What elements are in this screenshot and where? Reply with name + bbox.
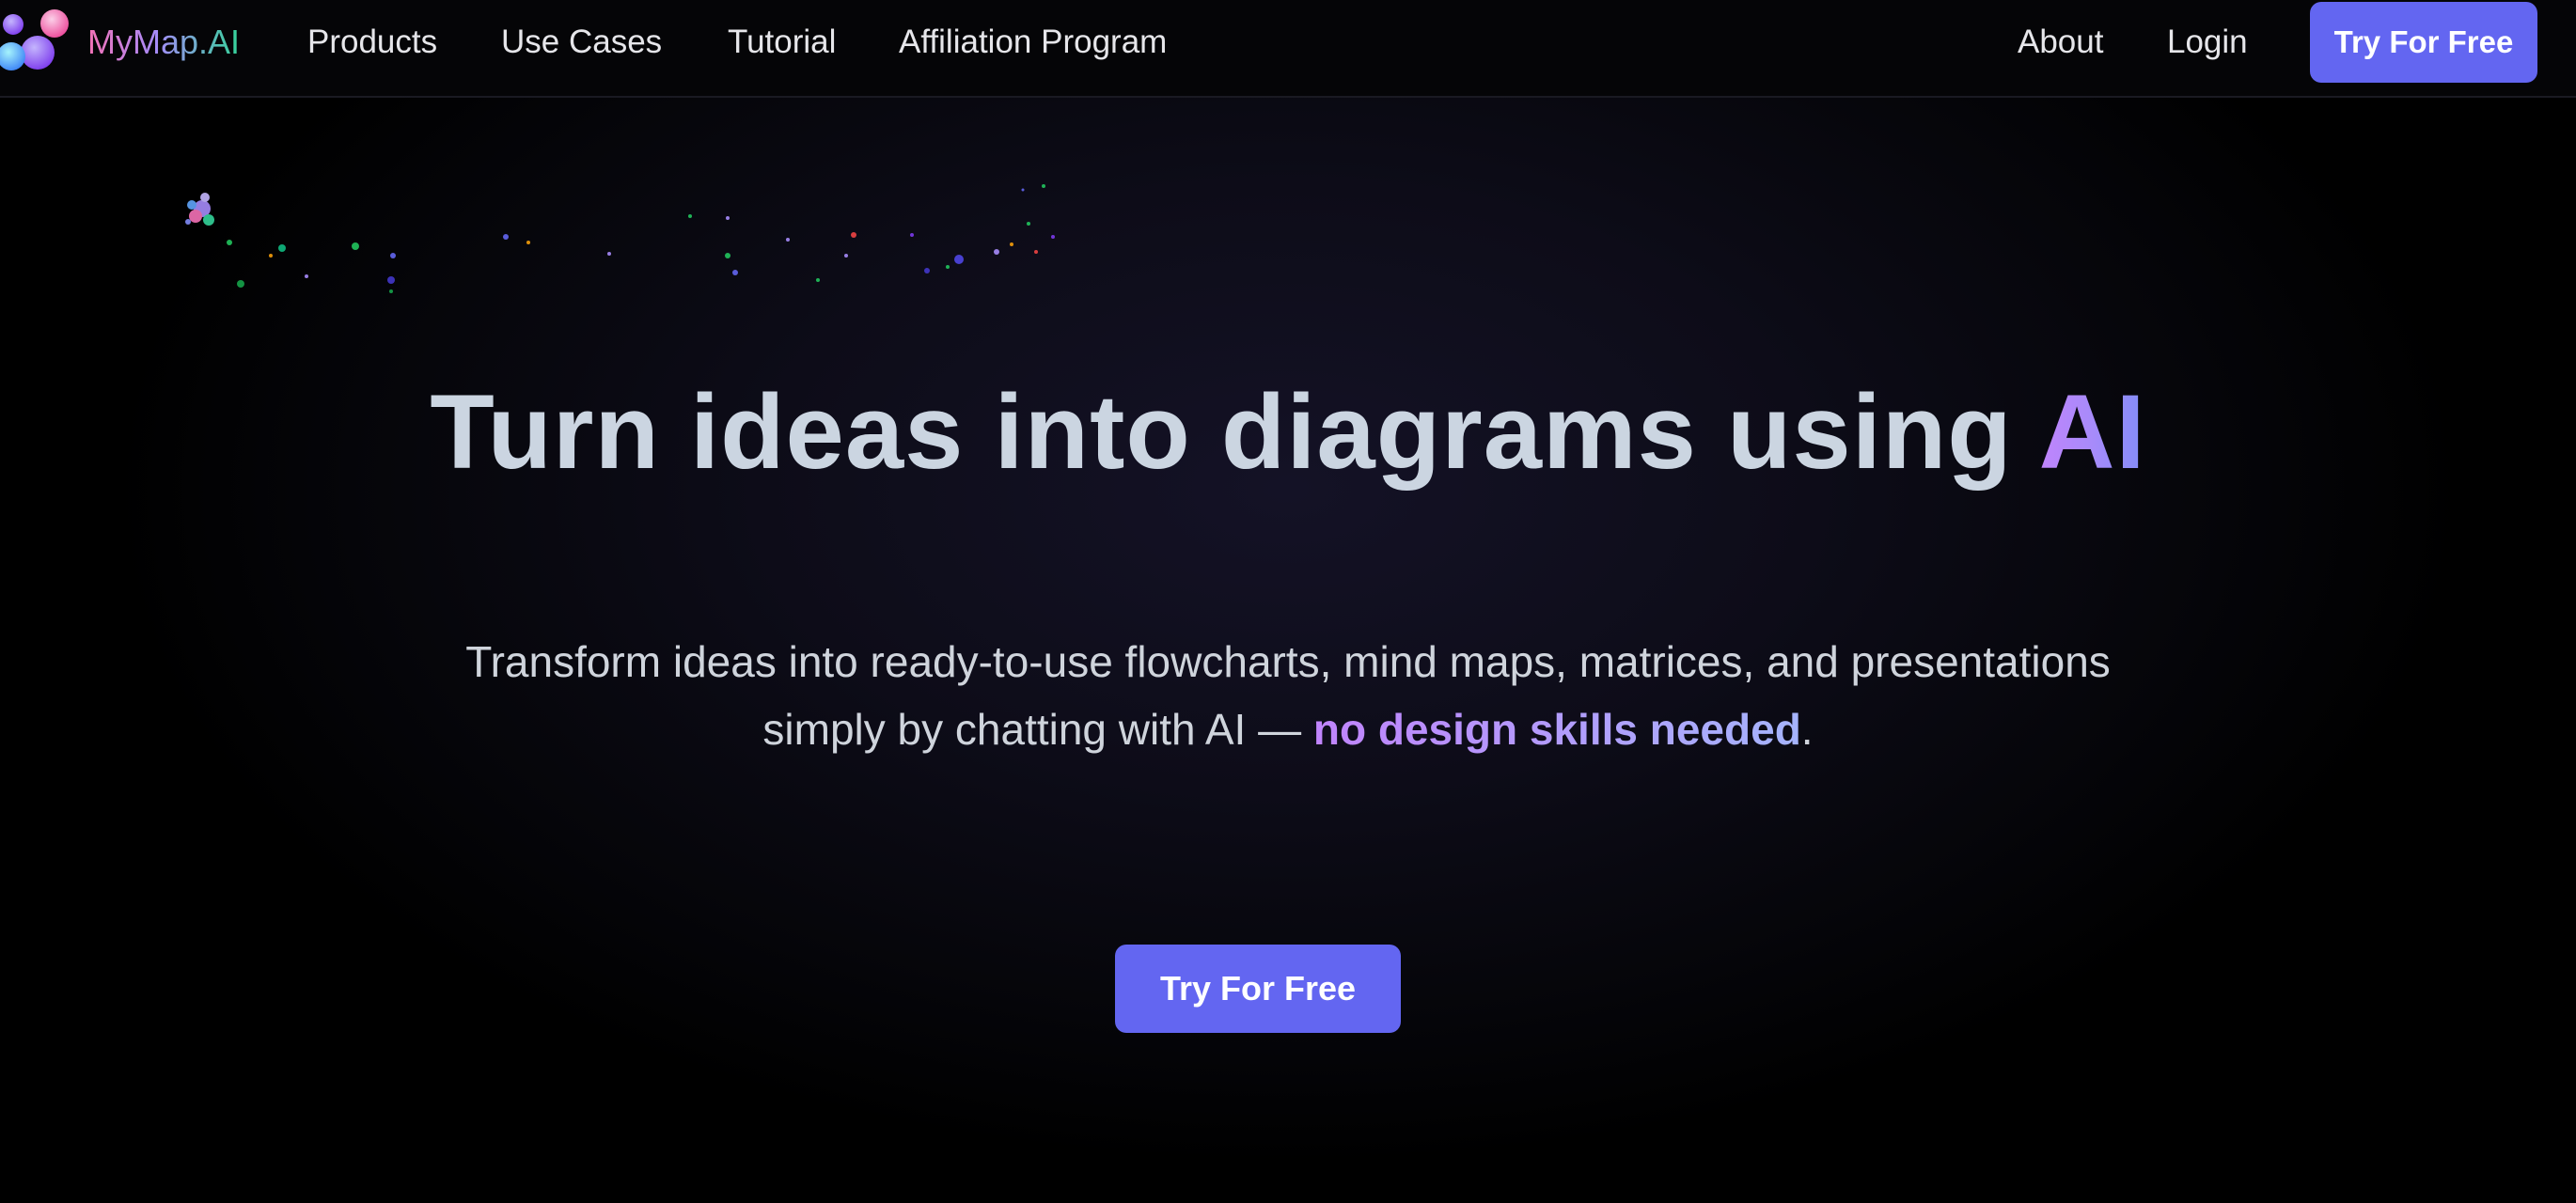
hero-try-for-free-button[interactable]: Try For Free [1115, 945, 1401, 1033]
top-navigation: MyMap.AI Products Use Cases Tutorial Aff… [0, 0, 2576, 98]
hero-title-main: Turn ideas into diagrams using [430, 373, 2039, 491]
nav-link-products[interactable]: Products [307, 21, 437, 64]
hero-subtitle-line-1: Transform ideas into ready-to-use flowch… [465, 637, 2111, 686]
hero-title-accent: AI [2038, 373, 2146, 491]
hero-title: Turn ideas into diagrams using AI [0, 362, 2576, 503]
brand-name[interactable]: MyMap.AI [87, 21, 240, 64]
nav-link-use-cases[interactable]: Use Cases [501, 21, 662, 64]
nav-link-about[interactable]: About [2018, 21, 2103, 64]
hero-subtitle-line-2-start: simply by chatting with AI — [762, 705, 1313, 754]
nav-link-tutorial[interactable]: Tutorial [728, 21, 836, 64]
hero-subtitle-highlight: no design skills needed [1312, 705, 1801, 754]
mymap-logo-icon[interactable] [0, 8, 70, 73]
nav-link-login[interactable]: Login [2167, 21, 2248, 64]
nav-link-affiliation-program[interactable]: Affiliation Program [899, 21, 1167, 64]
hero-subtitle: Transform ideas into ready-to-use flowch… [348, 628, 2228, 763]
nav-try-for-free-button[interactable]: Try For Free [2310, 2, 2537, 83]
landing-page: MyMap.AI Products Use Cases Tutorial Aff… [0, 0, 2576, 1203]
hero-subtitle-end: . [1800, 705, 1814, 754]
hero-subtitle-line-2: simply by chatting with AI — no design s… [348, 695, 2228, 763]
particle-decoration [185, 184, 1055, 293]
